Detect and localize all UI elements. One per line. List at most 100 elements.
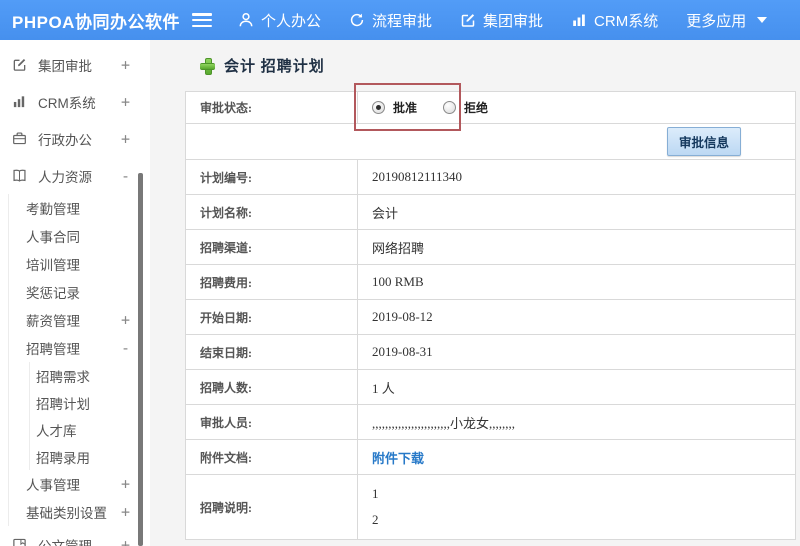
briefcase-icon [12, 131, 29, 146]
headcount-value: 1 人 [357, 369, 796, 405]
sidebar-item-rewards[interactable]: 奖惩记录 [9, 278, 150, 306]
sidebar-item-label: 公文管理 [38, 538, 92, 546]
radio-approve-circle[interactable] [372, 101, 385, 114]
end-date-value: 2019-08-31 [357, 334, 796, 370]
page-title-text: 会计 招聘计划 [224, 59, 325, 75]
sidebar-item-label: 人事合同 [26, 230, 80, 245]
radio-reject-label: 拒绝 [464, 101, 489, 115]
expand-plus-icon: + [120, 92, 130, 111]
sidebar-item-recruitment[interactable]: 招聘管理 - [9, 334, 150, 362]
document-icon [12, 537, 29, 546]
top-nav: 个人办公 流程审批 集团审批 CRM系统 更多应用 [238, 10, 768, 31]
sidebar-item-salary[interactable]: 薪资管理 + [9, 306, 150, 334]
radio-approve[interactable]: 批准 [372, 99, 417, 116]
hr-submenu: 考勤管理 人事合同 培训管理 奖惩记录 薪资管理 + 招聘管理 - 招聘需求 招聘计… [8, 194, 150, 526]
sidebar-item-training[interactable]: 培训管理 [9, 250, 150, 278]
approval-radio-group: 批准 拒绝 [372, 99, 781, 116]
app-logo: PHPOA协同办公软件 [12, 12, 180, 32]
sidebar-item-label: 人事管理 [26, 478, 80, 493]
recruit-plan-table: 审批状态: 批准 拒绝 审批信息 计划编号: 20190812111340 计划… [185, 91, 796, 540]
table-row: 结束日期: 2019-08-31 [185, 334, 796, 370]
recruit-note-line: 1 [372, 486, 379, 501]
radio-approve-label: 批准 [393, 101, 418, 115]
recruit-channel-value: 网络招聘 [357, 229, 796, 265]
sidebar-item-crm[interactable]: CRM系统 + [0, 83, 150, 120]
sidebar-item-label: 招聘管理 [26, 342, 80, 357]
expand-plus-icon: + [120, 503, 130, 521]
sidebar-item-label: 集团审批 [38, 58, 92, 74]
expand-plus-icon: + [120, 311, 130, 329]
top-header: PHPOA协同办公软件 个人办公 流程审批 集团审批 CRM系统 更多应用 [0, 0, 800, 40]
plan-name-label: 计划名称: [185, 194, 358, 230]
sidebar-item-recruit-demand[interactable]: 招聘需求 [30, 362, 150, 389]
attachment-download-link[interactable]: 附件下载 [372, 451, 424, 466]
sidebar-item-hr[interactable]: 人力资源 - [0, 157, 150, 194]
approval-status-label: 审批状态: [185, 91, 358, 124]
nav-process-approval[interactable]: 流程审批 [349, 10, 432, 31]
nav-label: 集团审批 [483, 12, 544, 30]
sidebar-item-talent-pool[interactable]: 人才库 [30, 416, 150, 443]
main-content: 会计 招聘计划 审批状态: 批准 拒绝 审批信息 计划编号: 201908121… [150, 40, 800, 546]
sidebar-item-personnel[interactable]: 人事管理 + [9, 470, 150, 498]
nav-personal-office[interactable]: 个人办公 [238, 10, 321, 31]
expand-plus-icon: + [120, 129, 130, 148]
nav-label: 个人办公 [261, 12, 322, 30]
recruitment-submenu: 招聘需求 招聘计划 人才库 招聘录用 [29, 362, 150, 470]
table-row: 开始日期: 2019-08-12 [185, 299, 796, 335]
table-row: 招聘人数: 1 人 [185, 369, 796, 405]
plan-name-value: 会计 [357, 194, 796, 230]
sidebar-item-label: 行政办公 [38, 132, 92, 148]
sidebar-item-label: 人力资源 [38, 169, 92, 185]
table-row: 招聘说明: 1 2 [185, 474, 796, 540]
sidebar-item-label: CRM系统 [38, 95, 96, 111]
recruit-note-label: 招聘说明: [185, 474, 358, 540]
radio-reject[interactable]: 拒绝 [443, 99, 488, 116]
sidebar-item-hr-contract[interactable]: 人事合同 [9, 222, 150, 250]
detail-table-wrap: 审批状态: 批准 拒绝 审批信息 计划编号: 20190812111340 计划… [185, 83, 796, 540]
nav-group-approval[interactable]: 集团审批 [460, 10, 543, 31]
sidebar-item-label: 招聘计划 [36, 396, 90, 412]
menu-toggle-icon[interactable] [192, 13, 212, 27]
table-row: 审批状态: 批准 拒绝 [185, 91, 796, 124]
nav-label: 更多应用 [686, 12, 747, 30]
approve-info-button[interactable]: 审批信息 [666, 127, 741, 156]
sidebar-item-label: 基础类别设置 [26, 506, 107, 521]
process-icon [349, 12, 365, 28]
start-date-label: 开始日期: [185, 299, 358, 335]
table-row: 审批人员: ,,,,,,,,,,,,,,,,,,,,,,,,小龙女,,,,,,,… [185, 404, 796, 440]
recruit-note-line: 2 [372, 512, 379, 527]
book-icon [12, 168, 29, 183]
radio-reject-circle[interactable] [443, 101, 457, 114]
sidebar-item-documents[interactable]: 公文管理 + [0, 526, 150, 546]
sidebar-item-label: 培训管理 [26, 258, 80, 273]
headcount-label: 招聘人数: [185, 369, 358, 405]
sidebar-item-base-category[interactable]: 基础类别设置 + [9, 498, 150, 526]
table-row: 附件文档: 附件下载 [185, 439, 796, 475]
edit-icon [460, 12, 476, 28]
plan-number-value: 20190812111340 [357, 159, 796, 195]
approvers-value: ,,,,,,,,,,,,,,,,,,,,,,,,小龙女,,,,,,,, [357, 404, 796, 440]
sidebar-item-group-approval[interactable]: 集团审批 + [0, 46, 150, 83]
nav-label: CRM系统 [594, 12, 659, 30]
sidebar-item-label: 人才库 [36, 423, 77, 439]
nav-more-apps[interactable]: 更多应用 [686, 10, 768, 31]
end-date-label: 结束日期: [185, 334, 358, 370]
nav-crm-system[interactable]: CRM系统 [571, 10, 658, 31]
table-row: 审批信息 [185, 123, 796, 160]
expand-plus-icon: + [120, 475, 130, 493]
start-date-value: 2019-08-12 [357, 299, 796, 335]
table-row: 招聘费用: 100 RMB [185, 264, 796, 300]
table-row: 招聘渠道: 网络招聘 [185, 229, 796, 265]
recruit-cost-value: 100 RMB [357, 264, 796, 300]
nav-label: 流程审批 [372, 12, 433, 30]
sidebar-item-recruit-plan[interactable]: 招聘计划 [30, 389, 150, 416]
sidebar-scrollbar[interactable] [138, 173, 143, 546]
sidebar-item-recruit-hire[interactable]: 招聘录用 [30, 443, 150, 470]
table-row: 计划名称: 会计 [185, 194, 796, 230]
user-icon [238, 12, 254, 28]
sidebar-item-label: 奖惩记录 [26, 286, 80, 301]
sidebar-item-admin-office[interactable]: 行政办公 + [0, 120, 150, 157]
recruit-channel-label: 招聘渠道: [185, 229, 358, 265]
sidebar-item-attendance[interactable]: 考勤管理 [9, 194, 150, 222]
sidebar: 集团审批 + CRM系统 + 行政办公 + 人力资源 - 考勤管理 人事合同 培… [0, 40, 150, 546]
